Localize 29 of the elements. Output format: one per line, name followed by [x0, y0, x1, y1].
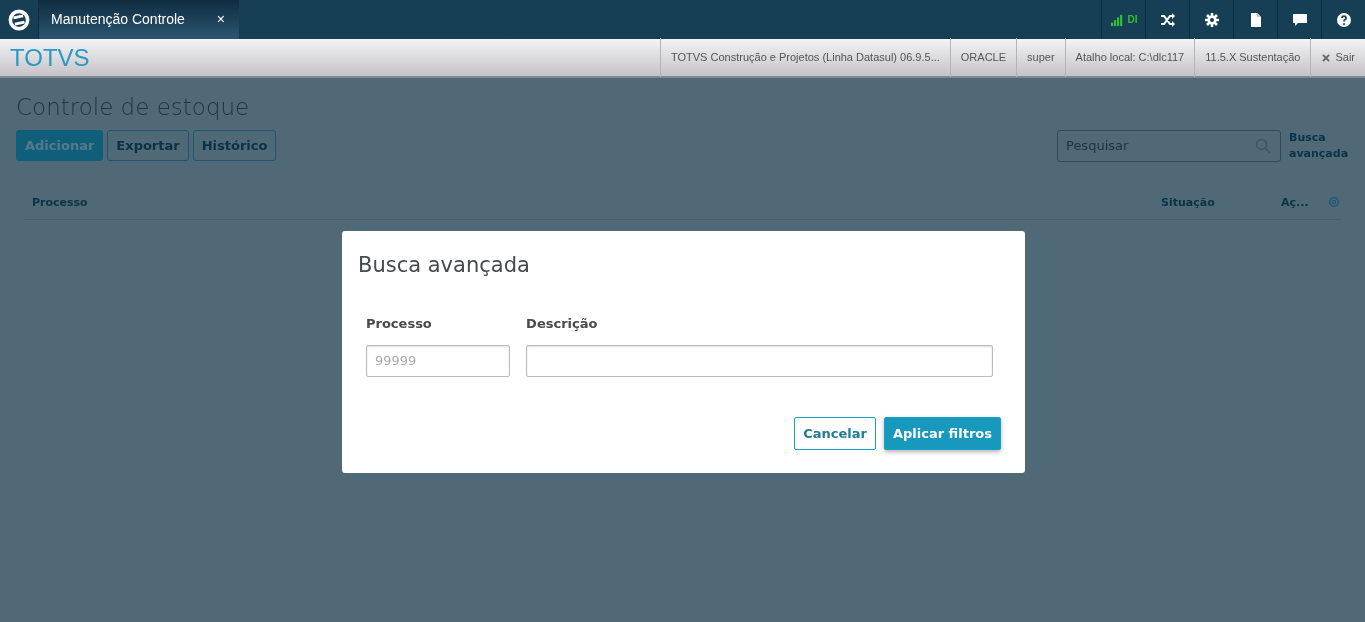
- input-field[interactable]: 99999: [366, 344, 511, 377]
- field-label: Descrição: [526, 315, 599, 334]
- dialog-title: Busca avançada: [358, 253, 531, 279]
- input-field[interactable]: [526, 344, 993, 377]
- column-header: Situação: [1161, 194, 1216, 211]
- field-label: Processo: [366, 315, 433, 334]
- logo: TOTVS: [9, 42, 90, 73]
- chat-icon[interactable]: [1291, 11, 1308, 28]
- action-button[interactable]: Exportar: [107, 129, 189, 162]
- column-header: Processo: [31, 194, 89, 211]
- action-button[interactable]: Histórico: [192, 129, 277, 162]
- close-icon: [1321, 52, 1332, 63]
- help-icon[interactable]: [1335, 11, 1352, 28]
- info-label: Atalho local: C:\dlc117: [1064, 38, 1195, 77]
- info-label: 11.5.X Sustentação: [1194, 38, 1311, 77]
- info-label: ORACLE: [949, 38, 1017, 77]
- close-button[interactable]: ×: [216, 9, 225, 30]
- logo-icon[interactable]: [8, 8, 30, 31]
- signal-icon: [1109, 12, 1124, 27]
- connection-label: DI: [1127, 13, 1138, 27]
- shuffle-icon[interactable]: [1159, 11, 1176, 28]
- column-header: Aç...: [1281, 194, 1310, 211]
- advanced-search-link[interactable]: Busca avançada: [1289, 129, 1349, 162]
- logout-button[interactable]: Sair: [1310, 38, 1365, 77]
- tab[interactable]: Manutenção Controle ×: [39, 0, 239, 39]
- info-label: TOTVS Construção e Projetos (Linha Datasul) 06.9.5...: [660, 38, 950, 77]
- dialog-button[interactable]: Aplicar filtros: [883, 416, 1001, 451]
- info-label: super: [1016, 38, 1065, 77]
- dialog-button[interactable]: Cancelar: [794, 416, 876, 451]
